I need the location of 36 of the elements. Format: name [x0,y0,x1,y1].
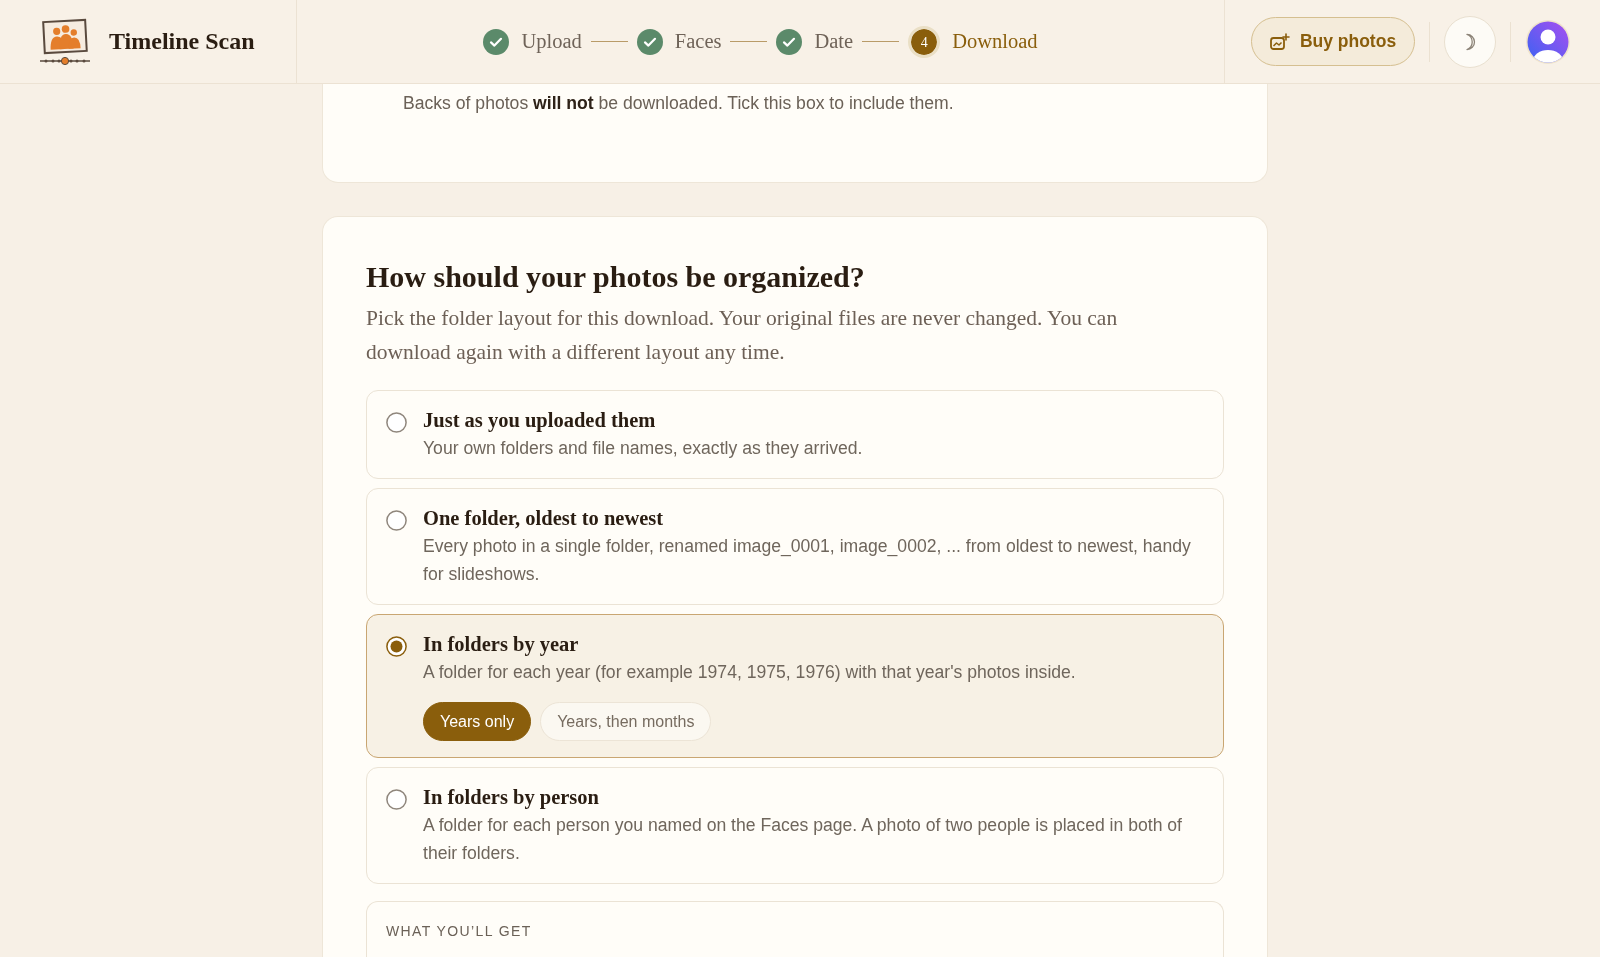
image-sparkle-icon [1269,32,1290,51]
moon-icon [1464,32,1476,51]
radio-button[interactable] [386,412,407,433]
toggle-chip[interactable]: Years only [423,702,532,741]
option-description: Your own folders and file names, exactly as they arrived. [423,437,864,460]
step-label: Download [952,30,1038,53]
radio-button[interactable] [386,789,407,810]
option-card[interactable]: In folders by person A folder for each person you named on the Faces page. A photo of two people is placed in both of their folders. [366,767,1224,884]
option-title: Just as you uploaded them [423,408,657,434]
step-number: 4 [908,25,941,58]
option-description: Every photo in a single folder, renamed image_0001, image_0002, ... from oldest to newest, handy for slideshows. [423,535,1192,586]
radio-button[interactable] [386,636,407,657]
option-description: A folder for each person you named on the Faces page. A photo of two people is placed in both of their folders. [423,814,1183,865]
option-card[interactable]: One folder, oldest to newest Every photo in a single folder, renamed image_0001, image_0002, ... from oldest to newest, handy for slideshows. [366,488,1224,605]
option-card[interactable]: In folders by year A folder for each year (for example 1974, 1975, 1976) with that year's photos inside. Years only Years, then months [366,614,1224,758]
option-title: In folders by year [423,632,580,658]
logo-icon [38,17,92,66]
toggle-chip[interactable]: Years, then months [540,702,712,741]
radio-button[interactable] [386,510,407,531]
app-name: Timeline Scan [109,28,255,55]
section-title: How should your photos be organized? [366,259,866,295]
avatar-icon[interactable] [1525,18,1571,65]
buy-photos-button[interactable]: Buy photos [1251,17,1415,66]
step-label: Upload [521,30,582,53]
summary-heading: WHAT YOU’LL GET [386,922,532,940]
step-connector [862,40,900,43]
option-card[interactable]: Just as you uploaded them Your own folders and file names, exactly as they arrived. [366,390,1224,479]
option-description: A folder for each year (for example 1974, 1975, 1976) with that year's photos inside. [423,661,1077,684]
step-connector [590,40,628,43]
step-label: Date [814,30,854,53]
step-connector [730,40,768,43]
option-title: In folders by person [423,785,600,811]
option-title: One folder, oldest to newest [423,506,665,531]
backs-notice: Backs of photos will not be downloaded. Tick this box to include them. [403,92,955,115]
section-description: Pick the folder layout for this download. Your original files are never changed. You can download again with a different layout any time. [366,305,1119,366]
step-label: Faces [674,30,722,53]
